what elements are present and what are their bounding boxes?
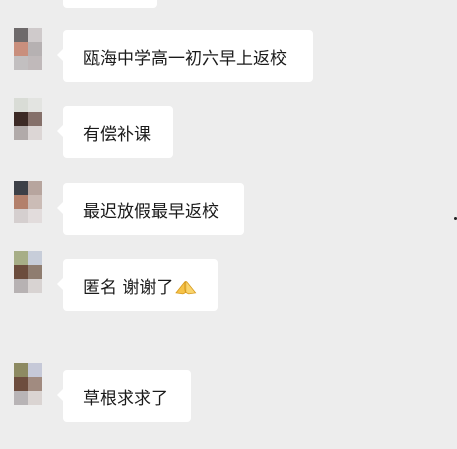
message-bubble[interactable]: 草根求求了: [57, 370, 191, 422]
avatar[interactable]: [14, 251, 42, 293]
avatar[interactable]: [14, 363, 42, 405]
partial-message-bubble[interactable]: [63, 0, 157, 8]
avatar[interactable]: [14, 98, 42, 140]
avatar[interactable]: [14, 181, 42, 223]
avatar[interactable]: [14, 28, 42, 70]
message-text: 瓯海中学高一初六早上返校: [83, 48, 287, 69]
message-text: 有偿补课: [83, 124, 151, 145]
message-bubble[interactable]: 最迟放假最早返校: [57, 183, 244, 235]
folded-hands-icon: [175, 281, 197, 295]
message-bubble[interactable]: 瓯海中学高一初六早上返校: [57, 30, 313, 82]
message-text: 最迟放假最早返校: [83, 201, 219, 222]
message-text: 匿名 谢谢了: [83, 277, 174, 298]
message-bubble[interactable]: 有偿补课: [57, 106, 173, 158]
chat-window: 瓯海中学高一初六早上返校 有偿补课 最迟放假最早返校 匿名 谢谢了 草根求求了: [0, 0, 457, 449]
message-text: 草根求求了: [83, 388, 168, 409]
message-bubble[interactable]: 匿名 谢谢了: [57, 259, 218, 311]
